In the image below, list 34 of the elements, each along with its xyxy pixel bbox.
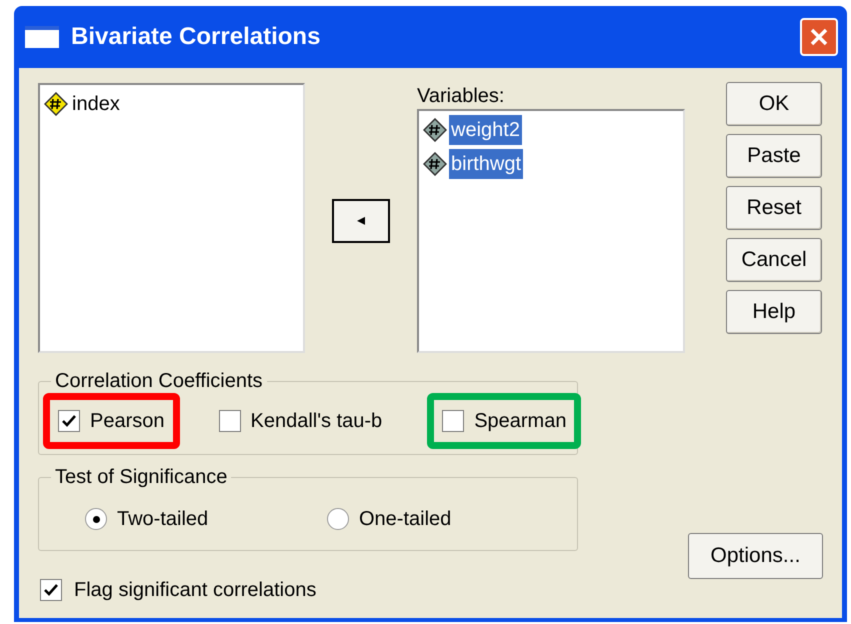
list-item[interactable]: birthwgt: [449, 149, 524, 179]
window-title: Bivariate Correlations: [71, 22, 320, 52]
close-icon: [808, 26, 830, 48]
close-button[interactable]: [800, 18, 838, 56]
window-icon: [25, 26, 59, 48]
dialog-button[interactable]: Paste: [726, 134, 822, 178]
variable-icon: [423, 118, 447, 142]
dialog-button[interactable]: Reset: [726, 186, 822, 230]
variables-label: Variables:: [417, 84, 506, 109]
option-label: Flag significant correlations: [74, 578, 316, 603]
options-button[interactable]: Options...: [688, 533, 823, 579]
option-label: Kendall's tau-b: [250, 409, 382, 434]
checkbox[interactable]: [40, 579, 62, 601]
radio-button[interactable]: [327, 508, 349, 530]
check-icon: [43, 582, 59, 598]
variables-list[interactable]: weight2 birthwgt: [417, 109, 685, 353]
dialog-button[interactable]: Help: [726, 290, 822, 334]
check-icon: [61, 413, 77, 429]
list-item[interactable]: weight2: [449, 115, 522, 145]
dialog-button[interactable]: Cancel: [726, 238, 822, 282]
checkbox[interactable]: [218, 410, 240, 432]
move-button[interactable]: ◂: [332, 199, 390, 243]
variable-icon: [423, 152, 447, 176]
dialog-button[interactable]: OK: [726, 82, 822, 126]
variable-icon: [44, 92, 68, 116]
list-item[interactable]: index: [70, 89, 122, 119]
radio-button[interactable]: [85, 508, 107, 530]
checkbox[interactable]: [58, 410, 80, 432]
option-label: Two-tailed: [117, 507, 208, 532]
checkbox[interactable]: [442, 410, 464, 432]
source-list[interactable]: index: [38, 83, 305, 353]
option-label: One-tailed: [359, 507, 452, 532]
option-label: Pearson: [90, 409, 164, 434]
option-label: Spearman: [474, 409, 566, 434]
